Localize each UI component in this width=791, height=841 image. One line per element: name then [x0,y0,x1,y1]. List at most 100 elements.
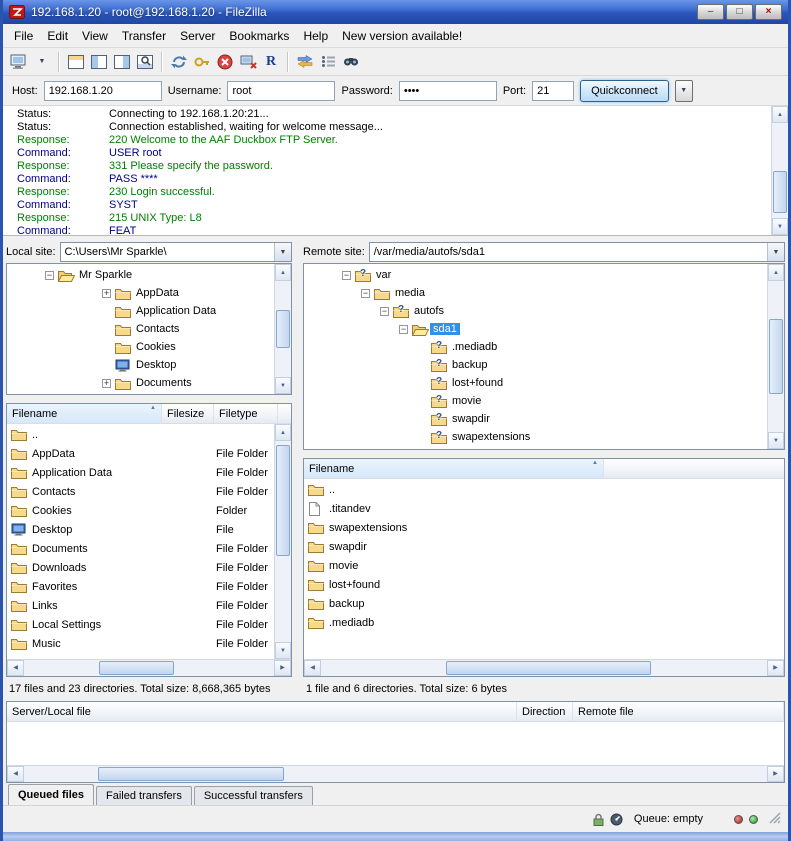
toggle-queue-icon[interactable] [134,51,156,73]
column-header-filename[interactable]: Filename▲ [304,459,604,478]
tree-item-autofs[interactable]: −?autofs [304,302,784,320]
encryption-icon[interactable] [593,813,604,826]
tree-item-dvd[interactable]: ?dvd [304,446,784,450]
tree-item-contacts[interactable]: Contacts [7,320,291,338]
scroll-up-button[interactable]: ▲ [768,264,784,281]
tab-queued-files[interactable]: Queued files [8,784,94,805]
scroll-left-button[interactable]: ◀ [7,660,24,676]
column-header-remote-file[interactable]: Remote file [573,702,784,721]
remote-file-row-lost-found[interactable]: lost+found [304,575,784,594]
local-list-scrollbar[interactable]: ▲▼ [274,424,291,659]
local-file-row-documents[interactable]: DocumentsFile Folder [7,539,291,558]
local-file-row-downloads[interactable]: DownloadsFile Folder [7,558,291,577]
menu-server[interactable]: Server [173,26,222,46]
local-site-combobox[interactable]: C:\Users\Mr Sparkle\ ▼ [60,242,292,262]
site-manager-icon[interactable] [8,51,30,73]
minimize-button[interactable]: – [697,4,724,20]
scroll-down-button[interactable]: ▼ [768,432,784,449]
scrollbar-track[interactable] [24,660,274,676]
remote-tree-scrollbar[interactable]: ▲▼ [767,264,784,449]
scroll-up-button[interactable]: ▲ [772,106,788,123]
local-file-row-links[interactable]: LinksFile Folder [7,596,291,615]
local-file-row-appdata[interactable]: AppDataFile Folder [7,444,291,463]
username-input[interactable] [227,81,335,101]
tree-item-swapextensions[interactable]: ?swapextensions [304,428,784,446]
scroll-right-button[interactable]: ▶ [274,660,291,676]
remote-file-row-titandev[interactable]: .titandev [304,499,784,518]
scrollbar-track[interactable] [275,281,291,377]
scroll-up-button[interactable]: ▲ [275,424,291,441]
cancel-icon[interactable] [214,51,236,73]
scrollbar-track[interactable] [275,441,291,642]
tree-item-sda1[interactable]: −sda1 [304,320,784,338]
menu-file[interactable]: File [7,26,40,46]
tree-item-application-data[interactable]: Application Data [7,302,291,320]
scrollbar-thumb[interactable] [773,171,787,214]
scroll-left-button[interactable]: ◀ [7,766,24,782]
tree-item-cookies[interactable]: Cookies [7,338,291,356]
remote-list-horizontal-scrollbar[interactable]: ◀▶ [304,659,784,676]
process-queue-icon[interactable] [191,51,213,73]
local-list-horizontal-scrollbar[interactable]: ◀▶ [7,659,291,676]
close-button[interactable]: × [755,4,782,20]
quickconnect-dropdown-button[interactable]: ▼ [675,80,693,102]
tree-item-downloads[interactable]: +Downloads [7,392,291,395]
column-header-filetype[interactable]: Filetype [214,404,278,423]
local-file-row-desktop[interactable]: DesktopFile [7,520,291,539]
scrollbar-thumb[interactable] [446,661,651,675]
tree-expander-plus[interactable]: + [102,379,111,388]
local-file-row-contacts[interactable]: ContactsFile Folder [7,482,291,501]
tree-expander-minus[interactable]: − [380,307,389,316]
scrollbar-track[interactable] [24,766,767,782]
find-files-icon[interactable] [340,51,362,73]
new-version-link[interactable]: New version available! [335,26,469,46]
tree-expander-plus[interactable]: + [102,289,111,298]
tree-item-mr-sparkle[interactable]: −Mr Sparkle [7,266,291,284]
tree-item-movie[interactable]: ?movie [304,392,784,410]
remote-file-row-item[interactable]: .. [304,480,784,499]
quickconnect-button[interactable]: Quickconnect [580,80,669,102]
message-log-scrollbar[interactable]: ▲▼ [771,106,788,235]
tree-expander-minus[interactable]: − [399,325,408,334]
scrollbar-track[interactable] [768,281,784,432]
synchronized-browsing-icon[interactable] [317,51,339,73]
menu-edit[interactable]: Edit [40,26,75,46]
local-tree-scrollbar[interactable]: ▲▼ [274,264,291,394]
tree-expander-minus[interactable]: − [342,271,351,280]
reconnect-icon[interactable]: R [260,51,282,73]
queue-horizontal-scrollbar[interactable]: ◀▶ [7,765,784,782]
tree-item-swapdir[interactable]: ?swapdir [304,410,784,428]
column-header-direction[interactable]: Direction [517,702,573,721]
tree-expander-minus[interactable]: − [45,271,54,280]
local-file-row-local-settings[interactable]: Local SettingsFile Folder [7,615,291,634]
scrollbar-track[interactable] [772,123,788,218]
directory-compare-icon[interactable] [294,51,316,73]
scroll-down-button[interactable]: ▼ [275,642,291,659]
maximize-button[interactable]: □ [726,4,753,20]
tab-failed-transfers[interactable]: Failed transfers [96,786,192,805]
disconnect-icon[interactable] [237,51,259,73]
scrollbar-thumb[interactable] [98,767,284,781]
local-file-row-music[interactable]: MusicFile Folder [7,634,291,653]
tree-item-media[interactable]: −media [304,284,784,302]
resize-grip-icon[interactable] [769,812,781,827]
remote-file-row-movie[interactable]: movie [304,556,784,575]
column-header-server-local-file[interactable]: Server/Local file [7,702,517,721]
remote-file-row-mediadb[interactable]: .mediadb [304,613,784,632]
site-manager-dropdown-icon[interactable]: ▼ [31,51,53,73]
scrollbar-thumb[interactable] [99,661,174,675]
port-input[interactable] [532,81,574,101]
remote-file-row-backup[interactable]: backup [304,594,784,613]
menu-transfer[interactable]: Transfer [115,26,173,46]
tree-expander-minus[interactable]: − [361,289,370,298]
remote-file-row-swapdir[interactable]: swapdir [304,537,784,556]
menu-bookmarks[interactable]: Bookmarks [222,26,296,46]
local-site-dropdown-button[interactable]: ▼ [274,243,291,261]
tree-item-var[interactable]: −?var [304,266,784,284]
scroll-down-button[interactable]: ▼ [275,377,291,394]
tree-item-desktop[interactable]: Desktop [7,356,291,374]
local-file-row-application-data[interactable]: Application DataFile Folder [7,463,291,482]
scrollbar-track[interactable] [321,660,767,676]
tree-list-splitter[interactable] [300,450,788,458]
remote-site-dropdown-button[interactable]: ▼ [767,243,784,261]
